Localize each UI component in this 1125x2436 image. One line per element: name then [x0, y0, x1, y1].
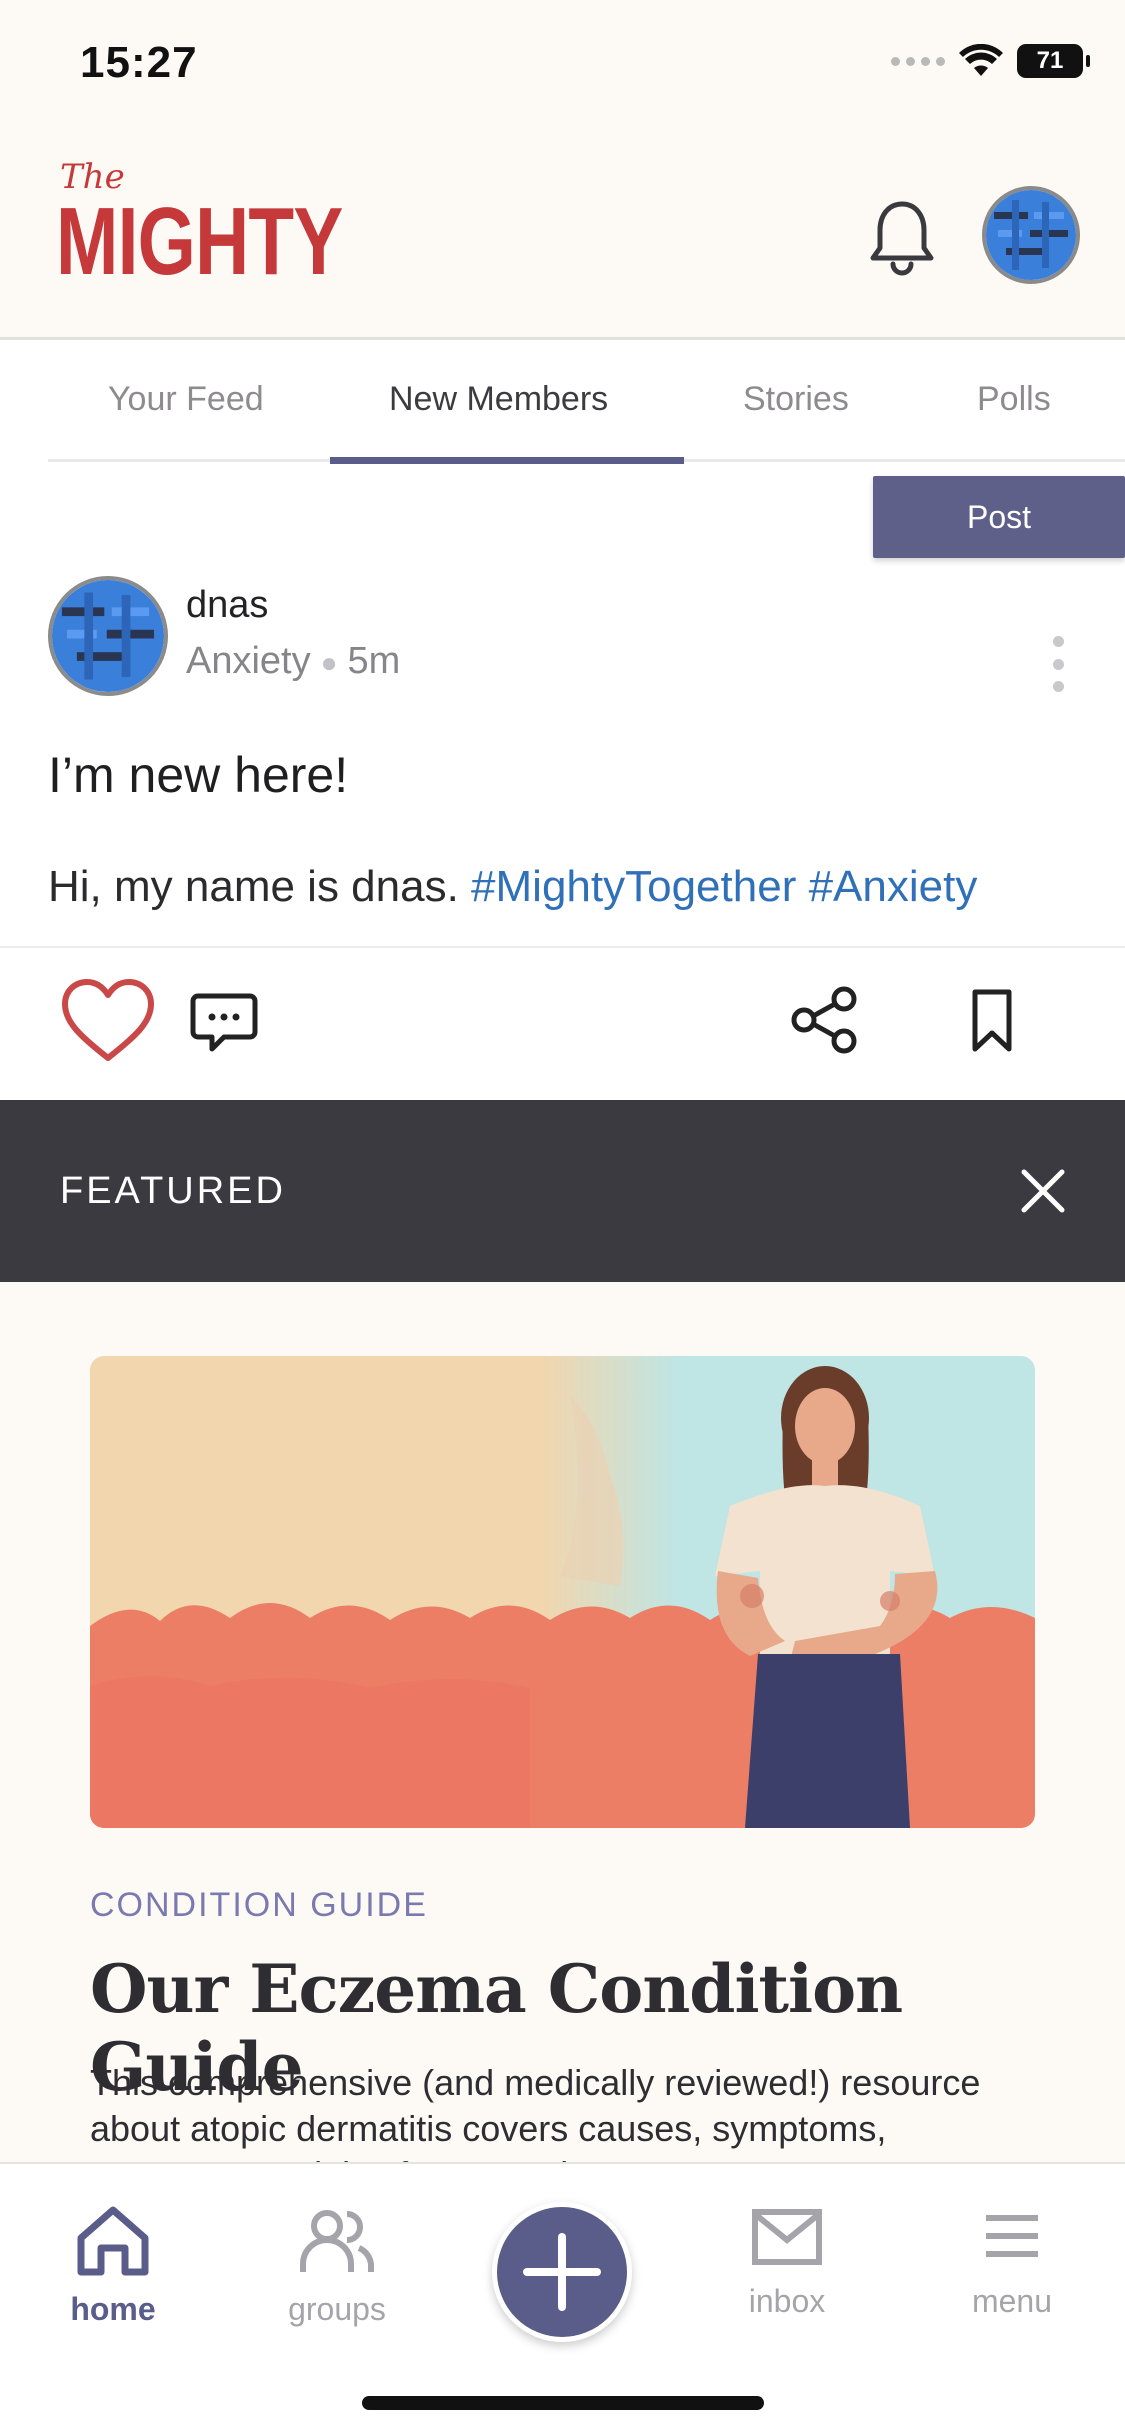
plus-icon — [523, 2233, 601, 2311]
post-button[interactable]: Post — [873, 476, 1125, 558]
the-mighty-logo[interactable]: The MIGHTY — [56, 160, 423, 290]
post-body: Hi, my name is dnas. #MightyTogether #An… — [48, 862, 977, 912]
nav-groups[interactable]: groups — [252, 2204, 422, 2328]
nav-home-label: home — [70, 2291, 156, 2327]
more-options-icon[interactable] — [1048, 636, 1068, 692]
nav-home[interactable]: home — [28, 2204, 198, 2328]
post-time: 5m — [347, 640, 401, 682]
active-tab-indicator — [330, 457, 684, 464]
post-community[interactable]: Anxiety — [186, 640, 311, 682]
battery-icon: 71 — [1017, 44, 1090, 78]
post-author-avatar[interactable] — [48, 576, 168, 696]
feed-tabs: Your Feed New Members Stories Polls — [0, 340, 1125, 466]
post-title: I’m new here! — [48, 747, 349, 803]
nav-menu-label: menu — [971, 2283, 1053, 2319]
featured-category[interactable]: CONDITION GUIDE — [90, 1886, 428, 1925]
featured-label: FEATURED — [60, 1170, 286, 1212]
nav-inbox[interactable]: inbox — [702, 2204, 872, 2320]
meta-separator: ● — [320, 646, 338, 678]
tab-polls[interactable]: Polls — [977, 380, 1051, 419]
user-avatar[interactable] — [982, 186, 1080, 284]
inbox-mail-icon — [752, 2209, 822, 2265]
logo-mighty-text: MIGHTY — [56, 188, 343, 295]
hashtag-anxiety[interactable]: #Anxiety — [809, 862, 978, 911]
notifications-bell-icon[interactable] — [868, 198, 936, 278]
nav-inbox-label: inbox — [748, 2283, 826, 2319]
post-divider — [0, 946, 1125, 948]
hamburger-menu-icon — [986, 2215, 1038, 2257]
home-icon — [77, 2206, 149, 2276]
wifi-icon — [959, 44, 1003, 76]
status-icons: 71 — [891, 44, 1090, 78]
app-header: The MIGHTY — [0, 140, 1125, 340]
nav-menu[interactable]: menu — [927, 2204, 1097, 2320]
cellular-signal-icon — [891, 56, 945, 66]
tab-stories[interactable]: Stories — [743, 380, 849, 419]
post-body-text: Hi, my name is dnas. — [48, 862, 459, 911]
post-card: Post dnas Anxiety ● 5m I’m new here! Hi, m… — [0, 466, 1125, 1100]
battery-level: 71 — [1036, 47, 1064, 74]
bookmark-icon[interactable] — [970, 988, 1014, 1054]
share-icon[interactable] — [790, 986, 858, 1054]
bottom-navigation: home groups inbox menu — [0, 2162, 1125, 2436]
tab-new-members[interactable]: New Members — [389, 380, 608, 419]
featured-image[interactable] — [90, 1356, 1035, 1828]
featured-bar: FEATURED — [0, 1100, 1125, 1282]
close-icon[interactable] — [1018, 1166, 1068, 1216]
like-heart-icon[interactable] — [60, 978, 156, 1064]
groups-icon — [300, 2210, 374, 2272]
nav-groups-label: groups — [288, 2291, 386, 2327]
status-time: 15:27 — [80, 38, 198, 87]
tab-your-feed[interactable]: Your Feed — [108, 380, 264, 419]
post-meta: Anxiety ● 5m — [186, 640, 400, 683]
home-indicator — [362, 2396, 764, 2410]
comment-icon[interactable] — [190, 992, 258, 1054]
post-author-name[interactable]: dnas — [186, 584, 268, 627]
hashtag-mighty-together[interactable]: #MightyTogether — [471, 862, 796, 911]
create-post-button[interactable] — [492, 2202, 632, 2342]
status-bar: 15:27 71 — [0, 0, 1125, 140]
